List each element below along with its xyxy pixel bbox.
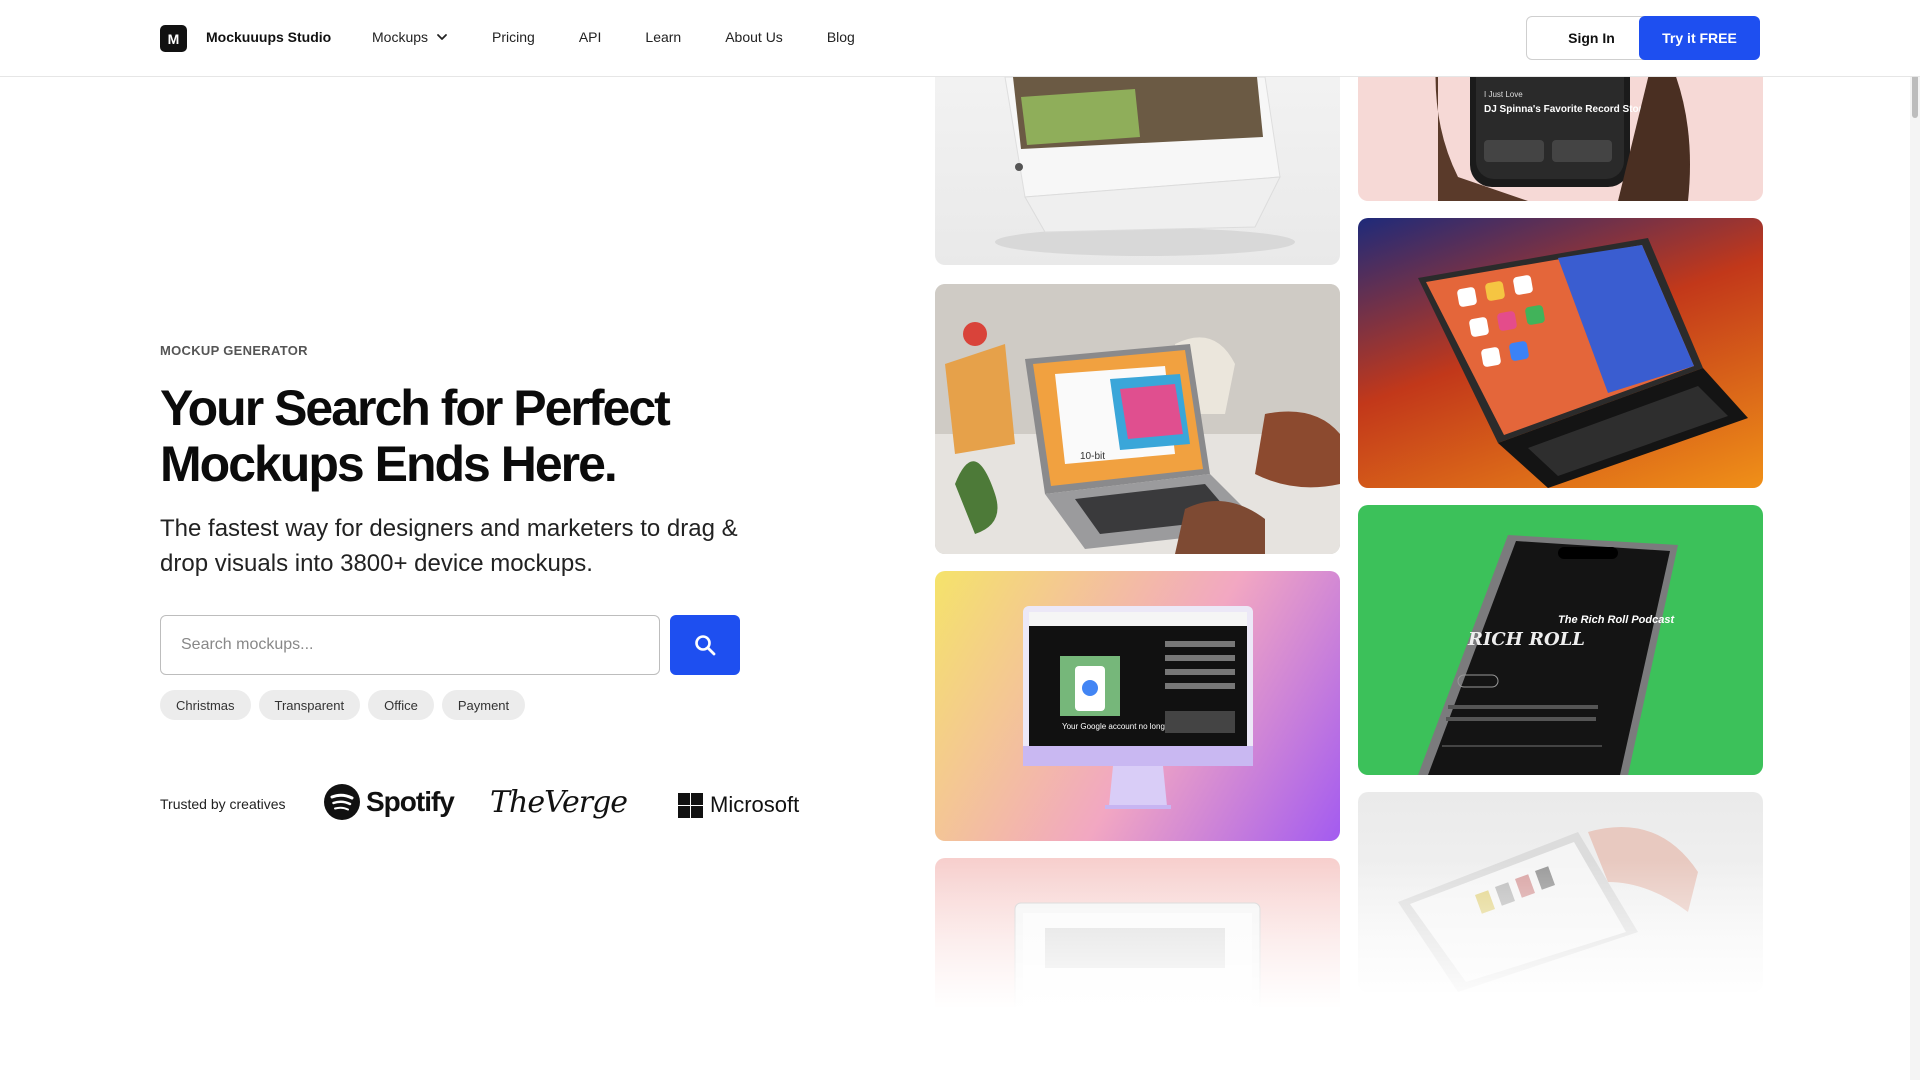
tag-christmas[interactable]: Christmas bbox=[160, 690, 251, 720]
tag-payment[interactable]: Payment bbox=[441, 690, 526, 720]
spotify-icon bbox=[324, 784, 360, 820]
nav-item-mockups[interactable]: Mockups bbox=[372, 29, 448, 45]
nav-links: Mockups Pricing API Learn About Us Blog bbox=[372, 29, 899, 45]
phone-screen-title: DJ Spinna's Favorite Record Stores bbox=[1484, 104, 1654, 115]
the-verge-logo: TheVerge bbox=[490, 785, 628, 820]
top-navbar: M Mockuuups Studio Mockups Pricing API L… bbox=[0, 0, 1920, 77]
nav-item-pricing[interactable]: Pricing bbox=[492, 29, 535, 45]
nav-item-blog[interactable]: Blog bbox=[827, 29, 855, 45]
podcast-title: The Rich Roll Podcast bbox=[1558, 614, 1675, 626]
microsoft-wordmark: Microsoft bbox=[710, 792, 800, 817]
mockup-card-iphone-podcast[interactable]: RICH ROLL The Rich Roll Podcast bbox=[1358, 505, 1763, 775]
popular-tags: Christmas Transparent Office Payment bbox=[160, 690, 533, 720]
hero-headline: Your Search for Perfect Mockups Ends Her… bbox=[160, 380, 780, 492]
spotify-wordmark: Spotify bbox=[366, 786, 455, 817]
laptop-screen-label: 10-bit bbox=[1080, 451, 1105, 462]
headline-line-1: Your Search for Perfect bbox=[160, 380, 671, 436]
tag-transparent[interactable]: Transparent bbox=[258, 690, 361, 720]
nav-item-label: Mockups bbox=[372, 29, 429, 45]
search-button[interactable] bbox=[670, 615, 740, 675]
gallery-fade-overlay bbox=[935, 860, 1765, 1010]
microsoft-logo: Microsoft bbox=[678, 792, 799, 818]
search-input[interactable] bbox=[161, 616, 659, 674]
page-scrollbar[interactable] bbox=[1910, 0, 1920, 1080]
hero-eyebrow: MOCKUP GENERATOR bbox=[160, 343, 308, 358]
trusted-label: Trusted by creatives bbox=[160, 796, 286, 812]
nav-item-about-us[interactable]: About Us bbox=[725, 29, 783, 45]
logo-icon[interactable]: M bbox=[160, 25, 187, 52]
mockup-card-phone-pink[interactable]: I Just Love DJ Spinna's Favorite Record … bbox=[1358, 77, 1763, 201]
mockup-card-ipad-keyboard[interactable] bbox=[1358, 218, 1763, 488]
microsoft-icon bbox=[678, 792, 703, 818]
headline-line-2: Mockups Ends Here. bbox=[160, 436, 618, 492]
mockup-card-macbook-desk[interactable]: 10-bit bbox=[935, 284, 1340, 554]
search-field bbox=[160, 615, 660, 675]
tag-office[interactable]: Office bbox=[368, 690, 434, 720]
podcast-badge: RICH ROLL bbox=[1467, 629, 1585, 650]
chevron-down-icon bbox=[437, 34, 447, 40]
try-free-button[interactable]: Try it FREE bbox=[1639, 16, 1760, 60]
hero-subline: The fastest way for designers and market… bbox=[160, 515, 738, 577]
nav-item-learn[interactable]: Learn bbox=[645, 29, 681, 45]
mockup-card-white-laptop[interactable] bbox=[935, 77, 1340, 265]
phone-screen-kicker: I Just Love bbox=[1484, 90, 1523, 99]
nav-item-api[interactable]: API bbox=[579, 29, 602, 45]
mockup-card-imac[interactable]: Your Google account no longer needs a bbox=[935, 571, 1340, 841]
search-icon bbox=[695, 635, 716, 656]
spotify-logo: Spotify bbox=[324, 784, 455, 820]
brand-name[interactable]: Mockuuups Studio bbox=[206, 29, 331, 45]
sign-in-button[interactable]: Sign In bbox=[1526, 16, 1657, 60]
